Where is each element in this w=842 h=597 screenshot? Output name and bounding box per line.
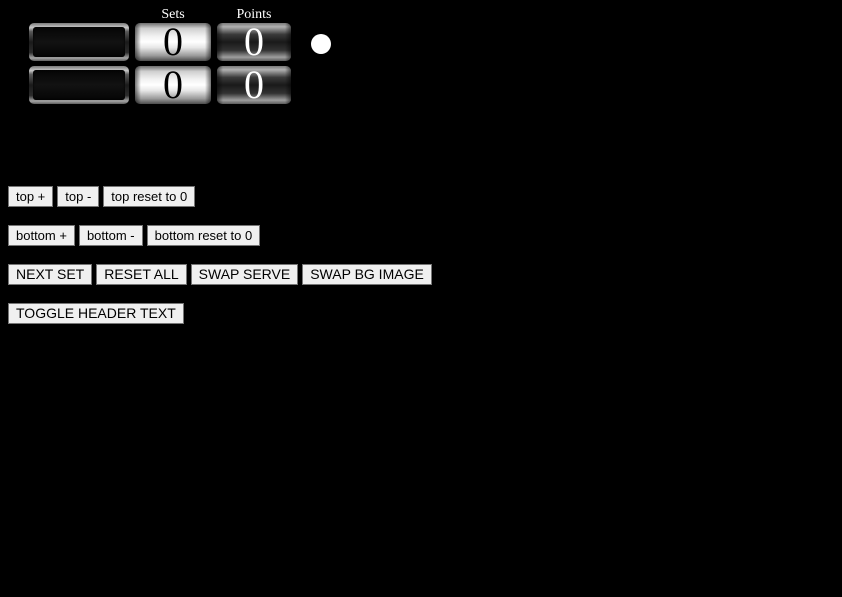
top-team-name-panel [29,23,129,61]
bottom-sets-value: 0 [163,66,183,104]
swap-serve-button[interactable]: SWAP SERVE [190,264,299,285]
swap-bg-image-button[interactable]: SWAP BG IMAGE [302,264,432,285]
serve-indicator-icon [311,34,331,54]
bottom-minus-button[interactable]: bottom - [78,225,143,246]
top-controls-row: top + top - top reset to 0 [8,186,608,207]
bottom-points-panel: 0 [217,66,291,104]
sets-header: Sets [161,7,185,22]
bottom-points-value: 0 [244,66,264,104]
top-team-name [33,27,125,57]
top-plus-button[interactable]: top + [8,186,54,207]
bottom-sets-panel: 0 [135,66,211,104]
bottom-team-name [33,70,125,100]
top-minus-button[interactable]: top - [57,186,100,207]
bottom-controls-row: bottom + bottom - bottom reset to 0 [8,225,608,246]
top-points-value: 0 [244,23,264,61]
toggle-header-text-button[interactable]: TOGGLE HEADER TEXT [8,303,184,324]
top-sets-value: 0 [163,23,183,61]
bottom-team-name-panel [29,66,129,104]
bottom-plus-button[interactable]: bottom + [8,225,75,246]
match-controls-row: NEXT SET RESET ALL SWAP SERVE SWAP BG IM… [8,264,608,285]
top-sets-panel: 0 [135,23,211,61]
top-points-panel: 0 [217,23,291,61]
next-set-button[interactable]: NEXT SET [8,264,93,285]
top-reset-button[interactable]: top reset to 0 [103,186,196,207]
bottom-reset-button[interactable]: bottom reset to 0 [146,225,261,246]
display-controls-row: TOGGLE HEADER TEXT [8,303,608,324]
controls-panel: top + top - top reset to 0 bottom + bott… [8,186,608,342]
reset-all-button[interactable]: RESET ALL [96,264,187,285]
scoreboard: Sets Points 0 0 0 0 [0,0,360,110]
points-header: Points [236,7,272,22]
